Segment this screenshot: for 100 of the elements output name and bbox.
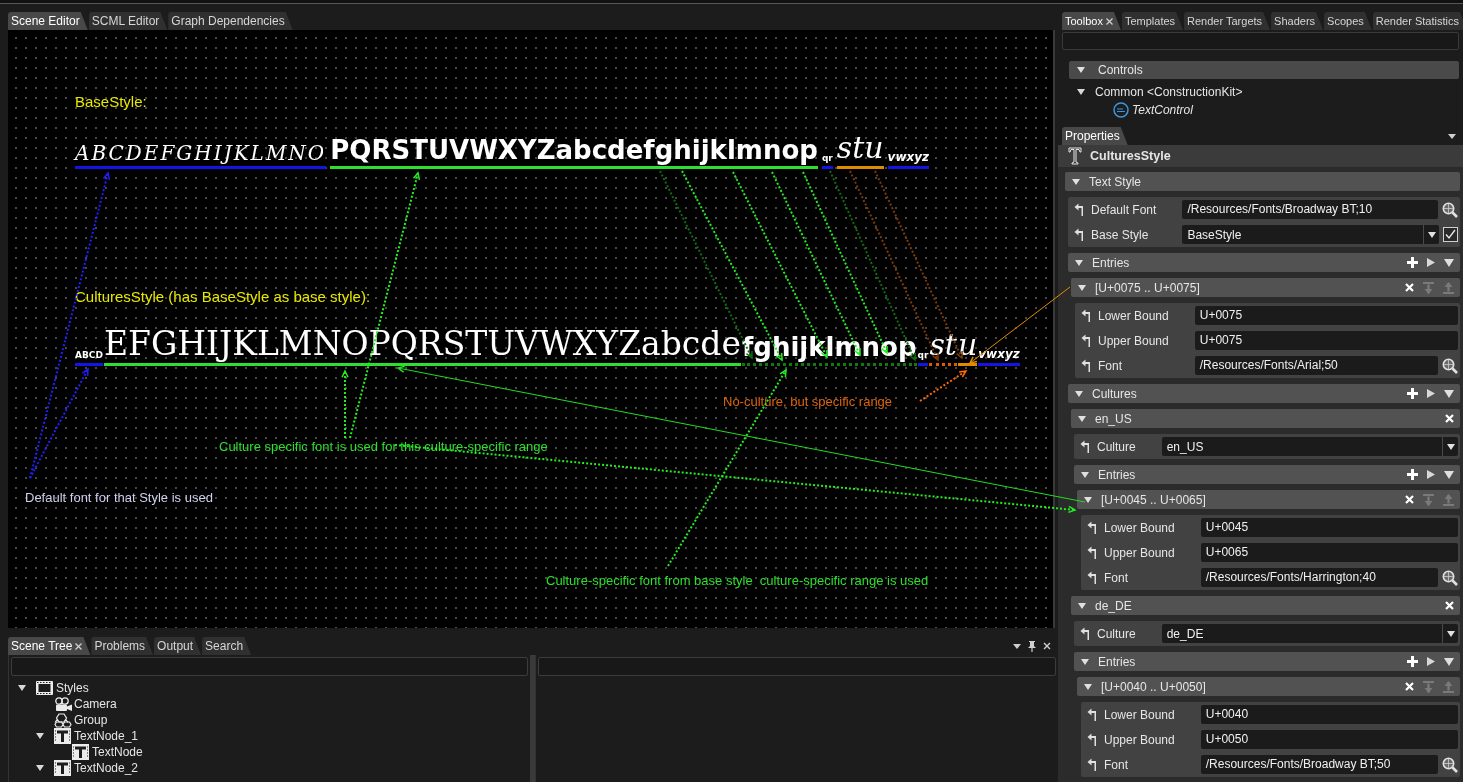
caret-icon[interactable] [1075, 390, 1083, 397]
caret-icon[interactable] [1084, 683, 1092, 690]
tab[interactable]: Problems [91, 637, 154, 655]
caret-icon[interactable] [1013, 643, 1021, 649]
search-icon[interactable] [1442, 357, 1458, 374]
tab[interactable]: Render Targets [1184, 12, 1271, 30]
add-icon[interactable] [1407, 388, 1418, 399]
checkbox[interactable] [1443, 227, 1458, 242]
tab[interactable]: Scopes [1324, 12, 1372, 30]
revert-icon[interactable] [1081, 359, 1090, 372]
caret-icon[interactable] [1081, 471, 1089, 478]
caret-icon[interactable] [1078, 284, 1086, 291]
revert-icon[interactable] [1080, 627, 1089, 640]
tree-item[interactable]: TextControl [1132, 103, 1193, 117]
tree-item[interactable]: TextNode_1 [74, 729, 139, 743]
tab[interactable]: Scene Editor [8, 12, 88, 30]
tab[interactable]: Properties [1062, 127, 1128, 145]
revert-icon[interactable] [1087, 758, 1096, 771]
close-icon[interactable] [1105, 17, 1113, 25]
dropdown[interactable]: BaseStyle [1182, 225, 1439, 244]
caret-icon[interactable] [1078, 415, 1086, 422]
tab[interactable]: Templates [1121, 12, 1184, 30]
caret-icon[interactable] [1078, 602, 1086, 609]
text-field[interactable]: U+0075 [1194, 306, 1458, 325]
search-field[interactable] [538, 657, 1056, 676]
dropdown[interactable]: en_US [1161, 437, 1458, 456]
tree-item[interactable]: Common <ConstructionKit> [1095, 85, 1243, 99]
tree-item[interactable]: Camera [74, 697, 117, 711]
text-field[interactable]: /Resources/Fonts/Harrington;40 [1200, 568, 1438, 587]
revert-icon[interactable] [1087, 708, 1096, 721]
caret-icon[interactable] [1077, 89, 1085, 95]
text-field[interactable]: U+0065 [1200, 543, 1458, 562]
tab[interactable]: Search [202, 637, 252, 655]
revert-icon[interactable] [1087, 733, 1096, 746]
tree-item[interactable]: Styles [56, 681, 89, 695]
text-field[interactable]: /Resources/Fonts/Broadway BT;50 [1200, 755, 1438, 774]
revert-icon[interactable] [1087, 521, 1096, 534]
revert-icon[interactable] [1074, 228, 1083, 241]
caret-icon[interactable] [1444, 258, 1454, 267]
add-icon[interactable] [1407, 469, 1418, 480]
caret-icon[interactable] [1072, 178, 1080, 185]
revert-icon[interactable] [1081, 309, 1090, 322]
tab[interactable]: Toolbox [1062, 12, 1121, 30]
section-header[interactable]: Controls [1069, 61, 1459, 79]
section-header[interactable]: Cultures [1068, 384, 1460, 403]
play-icon[interactable] [1427, 470, 1435, 479]
search-field[interactable] [11, 657, 528, 676]
caret-icon[interactable] [1444, 389, 1454, 398]
add-icon[interactable] [1407, 257, 1418, 268]
search-icon[interactable] [1442, 569, 1458, 586]
dropdown[interactable]: de_DE [1161, 624, 1458, 643]
pin-icon[interactable] [1027, 640, 1037, 652]
tab[interactable]: Render Statistics [1372, 12, 1463, 30]
caret-icon[interactable] [1075, 259, 1083, 266]
play-icon[interactable] [1427, 258, 1435, 267]
caret-icon[interactable] [1448, 133, 1456, 139]
play-icon[interactable] [1427, 657, 1435, 666]
caret-icon[interactable] [1077, 67, 1085, 73]
text-field[interactable]: U+0040 [1200, 705, 1458, 724]
close-icon[interactable] [75, 642, 83, 650]
revert-icon[interactable] [1087, 571, 1096, 584]
revert-icon[interactable] [1081, 334, 1090, 347]
caret-icon[interactable] [1081, 658, 1089, 665]
text-field[interactable]: U+0075 [1194, 331, 1458, 350]
caret-icon[interactable] [1084, 496, 1092, 503]
close-icon[interactable] [1043, 642, 1051, 650]
search-icon[interactable] [1442, 756, 1458, 773]
revert-icon[interactable] [1074, 203, 1083, 216]
section-header[interactable]: Entries [1068, 253, 1460, 272]
tree-item[interactable]: Group [74, 713, 108, 727]
tab[interactable]: Scene Tree [8, 637, 91, 655]
add-icon[interactable] [1407, 656, 1418, 667]
section-header[interactable]: Text Style [1065, 172, 1460, 191]
search-field[interactable] [1062, 32, 1459, 50]
text-field[interactable]: /Resources/Fonts/Arial;50 [1194, 356, 1438, 375]
tree-item[interactable]: TextNode [92, 745, 143, 759]
tab[interactable]: Shaders [1271, 12, 1324, 30]
section-header[interactable]: de_DE [1071, 596, 1460, 615]
section-header[interactable]: en_US [1071, 409, 1460, 428]
caret-icon[interactable] [1444, 657, 1454, 666]
section-header[interactable]: [U+0040 .. U+0050] [1077, 677, 1460, 696]
caret-icon[interactable] [36, 765, 44, 771]
caret-icon[interactable] [18, 685, 26, 691]
caret-icon[interactable] [36, 733, 44, 739]
section-header[interactable]: [U+0075 .. U+0075] [1071, 278, 1460, 297]
play-icon[interactable] [1427, 389, 1435, 398]
tab[interactable]: Output [154, 637, 202, 655]
section-header[interactable]: Entries [1074, 465, 1460, 484]
section-header[interactable]: Entries [1074, 652, 1460, 671]
section-header[interactable]: [U+0045 .. U+0065] [1077, 490, 1460, 509]
tab[interactable]: Graph Dependencies [168, 12, 293, 30]
tree-item[interactable]: TextNode_2 [74, 761, 139, 775]
caret-icon[interactable] [1444, 470, 1454, 479]
revert-icon[interactable] [1087, 546, 1096, 559]
text-field[interactable]: /Resources/Fonts/Broadway BT;10 [1182, 200, 1438, 219]
search-icon[interactable] [1442, 201, 1458, 218]
revert-icon[interactable] [1080, 440, 1089, 453]
text-field[interactable]: U+0050 [1200, 730, 1458, 749]
text-field[interactable]: U+0045 [1200, 518, 1458, 537]
tab[interactable]: SCML Editor [88, 12, 168, 30]
